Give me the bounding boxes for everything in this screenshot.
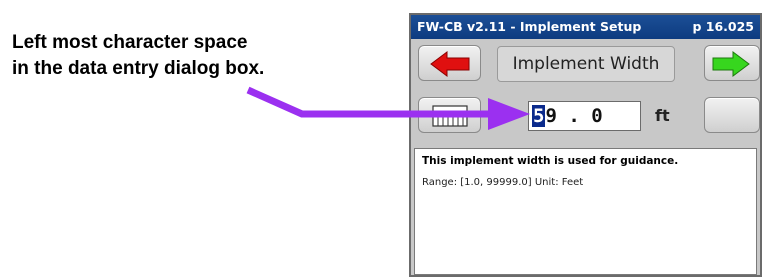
callout-line-1: Left most character space: [12, 32, 248, 53]
title-bar: FW-CB v2.11 - Implement Setup p 16.025: [411, 15, 760, 39]
green-right-arrow-icon: [712, 51, 750, 77]
keypad-button[interactable]: [418, 97, 481, 133]
entry-remaining-digits: 9 . 0: [545, 105, 603, 127]
callout-text: Left most character space in the data en…: [12, 30, 352, 82]
info-panel: This implement width is used for guidanc…: [414, 148, 757, 275]
screen-title: FW-CB v2.11 - Implement Setup: [417, 19, 642, 34]
unit-label: ft: [655, 106, 670, 125]
page-number: p 16.025: [692, 19, 754, 34]
device-screen: FW-CB v2.11 - Implement Setup p 16.025 I…: [409, 13, 762, 277]
cursor-character[interactable]: 5: [532, 105, 546, 127]
dialog-title: Implement Width: [497, 46, 675, 82]
red-left-arrow-icon: [430, 51, 470, 77]
keypad-icon: [432, 105, 468, 127]
info-heading: This implement width is used for guidanc…: [422, 155, 679, 167]
callout-line-2: in the data entry dialog box.: [12, 58, 265, 79]
info-range: Range: [1.0, 99999.0] Unit: Feet: [422, 177, 584, 188]
back-button[interactable]: [418, 45, 481, 81]
blank-button[interactable]: [704, 97, 760, 133]
next-button[interactable]: [704, 45, 760, 81]
data-entry-field[interactable]: 59 . 0: [528, 101, 641, 131]
